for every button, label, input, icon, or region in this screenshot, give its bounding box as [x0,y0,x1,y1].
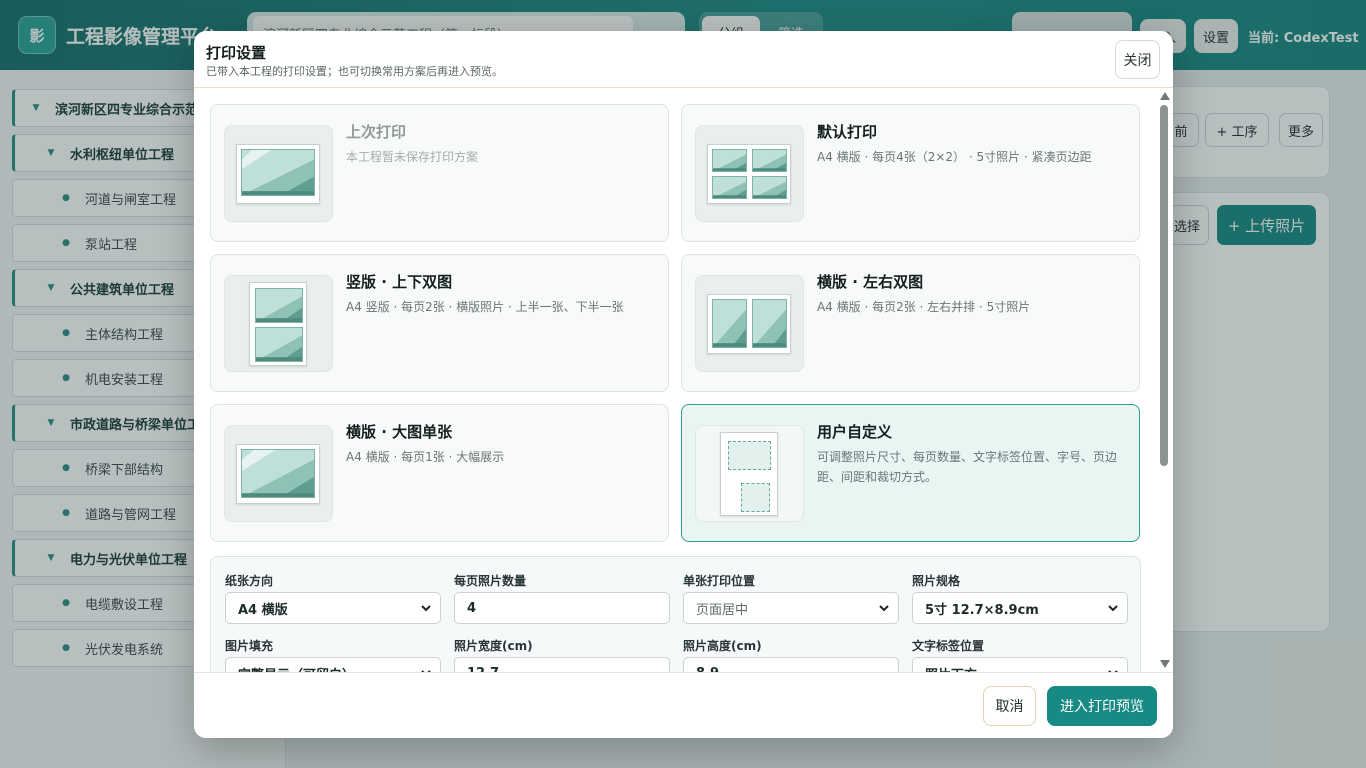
scroll-thumb[interactable] [1160,105,1168,466]
preset-card-default-print[interactable]: 默认打印 A4 横版 · 每页4张（2×2） · 5寸照片 · 紧凑页边距 [681,104,1140,242]
scroll-down-arrow-icon[interactable] [1160,660,1170,668]
chevron-down-icon [879,605,889,612]
preset-card-last-print[interactable]: 上次打印 本工程暂未保存打印方案 [210,104,669,242]
dialog-header: 打印设置 已带入本工程的打印设置；也可切换常用方案后再进入预览。 关闭 [194,31,1173,88]
preset-description: 可调整照片尺寸、每页数量、文字标签位置、字号、页边距、间距和裁切方式。 [817,450,1118,484]
image-fill-select[interactable]: 完整显示（可留白） [225,657,441,672]
scroll-up-arrow-icon[interactable] [1160,92,1170,100]
dialog-footer: 取消 进入打印预览 [194,672,1173,738]
preset-card-custom[interactable]: 用户自定义 可调整照片尺寸、每页数量、文字标签位置、字号、页边距、间距和裁切方式… [681,404,1140,542]
dialog-scrollbar[interactable] [1158,89,1170,672]
photo-height-label: 照片高度(cm) [683,639,762,653]
photo-size-label: 照片规格 [912,574,961,588]
portrait-two-stack-thumb-icon [224,275,333,372]
select-value: 页面居中 [696,602,749,618]
photos-per-page-label: 每页照片数量 [454,574,527,588]
photo-width-label: 照片宽度(cm) [454,639,533,653]
single-landscape-thumb-icon [224,125,333,222]
select-value: 完整显示（可留白） [238,664,355,673]
close-button[interactable]: 关闭 [1115,40,1160,79]
preset-title: 默认打印 [817,123,878,141]
paper-orientation-select[interactable]: A4 横版 [225,592,441,624]
select-value: 5寸 12.7×8.9cm [925,602,1039,618]
preset-card-portrait-two[interactable]: 竖版 · 上下双图 A4 竖版 · 每页2张 · 横版照片 · 上半一张、下半一… [210,254,669,392]
chevron-down-icon [421,605,431,612]
preset-description: 本工程暂未保存打印方案 [346,150,479,164]
single-large-thumb-icon [224,425,333,522]
single-print-position-label: 单张打印位置 [683,574,756,588]
dialog-body: 上次打印 本工程暂未保存打印方案 默认打印 A4 横版 · 每页4张（2×2） … [194,89,1173,672]
enter-print-preview-button[interactable]: 进入打印预览 [1047,686,1157,726]
preset-title: 横版 · 左右双图 [817,273,924,291]
dialog-subtitle: 已带入本工程的打印设置；也可切换常用方案后再进入预览。 [206,65,503,78]
print-settings-dialog: 打印设置 已带入本工程的打印设置；也可切换常用方案后再进入预览。 关闭 上次打印… [194,31,1173,738]
dialog-title: 打印设置 [206,44,267,62]
custom-layout-thumb-icon [695,425,804,522]
preset-title: 竖版 · 上下双图 [346,273,453,291]
select-value: 照片下方 [925,664,977,673]
select-value: A4 横版 [238,602,288,618]
text-label-position-select[interactable]: 照片下方 [912,657,1128,672]
preset-title: 上次打印 [346,123,407,141]
image-fill-label: 图片填充 [225,639,274,653]
preset-card-single-large[interactable]: 横版 · 大图单张 A4 横版 · 每页1张 · 大幅展示 [210,404,669,542]
preset-description: A4 竖版 · 每页2张 · 横版照片 · 上半一张、下半一张 [346,300,624,314]
preset-description: A4 横版 · 每页4张（2×2） · 5寸照片 · 紧凑页边距 [817,150,1092,164]
single-print-position-select[interactable]: 页面居中 [683,592,899,624]
landscape-two-side-thumb-icon [695,275,804,372]
preset-title: 横版 · 大图单张 [346,423,453,441]
cancel-button[interactable]: 取消 [983,686,1036,726]
text-label-position-label: 文字标签位置 [912,639,985,653]
photo-size-select[interactable]: 5寸 12.7×8.9cm [912,592,1128,624]
paper-orientation-label: 纸张方向 [225,574,274,588]
photo-height-input[interactable]: 8.9 [683,657,899,672]
preset-description: A4 横版 · 每页2张 · 左右并排 · 5寸照片 [817,300,1031,314]
preset-description: A4 横版 · 每页1张 · 大幅展示 [346,450,505,464]
preset-card-landscape-two[interactable]: 横版 · 左右双图 A4 横版 · 每页2张 · 左右并排 · 5寸照片 [681,254,1140,392]
chevron-down-icon [1108,605,1118,612]
photo-width-input[interactable]: 12.7 [454,657,670,672]
custom-settings-panel: 纸张方向 A4 横版 每页照片数量 4 单张打印位置 页面居中 照片规格 5寸 … [210,556,1141,672]
preset-title: 用户自定义 [817,423,893,441]
grid-2x2-thumb-icon [695,125,804,222]
photos-per-page-input[interactable]: 4 [454,592,670,624]
